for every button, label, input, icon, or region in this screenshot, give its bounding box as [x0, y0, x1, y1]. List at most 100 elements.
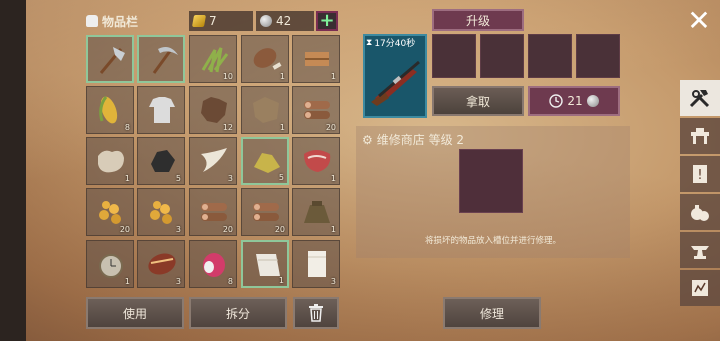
item-count: 1 [330, 72, 336, 81]
upgrade-tab-label: 升级 [465, 13, 490, 28]
inventory-slot[interactable]: 1 [292, 137, 340, 185]
inventory-slot[interactable]: 5 [137, 137, 185, 185]
item-count: 5 [175, 174, 181, 183]
material-slot[interactable] [480, 34, 524, 78]
inventory-slot[interactable]: 8 [189, 240, 237, 288]
tab-upgrade[interactable]: 升级 [432, 9, 524, 31]
inventory-slot[interactable]: 3 [137, 188, 185, 236]
sack-icon [304, 201, 330, 223]
material-slot[interactable] [432, 34, 476, 78]
inventory-slot[interactable]: 3 [189, 137, 237, 185]
item-count: 20 [325, 123, 336, 132]
map-icon [692, 280, 708, 296]
item-count: 1 [124, 174, 130, 183]
inventory-slot[interactable]: 1 [292, 188, 340, 236]
silver-coin-icon [586, 95, 599, 107]
item-count: 3 [330, 277, 336, 286]
material-slot[interactable] [576, 34, 620, 78]
inventory-slot[interactable]: 1 [292, 35, 340, 83]
rifle-icon [371, 60, 420, 106]
gold-nuggets-icon [99, 201, 121, 224]
gold-bar-icon [191, 15, 207, 27]
split-button-label: 拆分 [225, 306, 250, 321]
inventory-slot[interactable]: 1 [241, 240, 289, 288]
silver-amount: 42 [276, 14, 292, 28]
inventory-slot[interactable]: 8 [86, 86, 134, 134]
item-count: 12 [222, 123, 233, 132]
item-count: 3 [175, 225, 181, 234]
bag-icon [86, 15, 98, 27]
hammer-wrench-icon [689, 90, 710, 108]
gold-amount: 7 [209, 14, 217, 28]
pocket-watch-icon [99, 254, 123, 278]
inventory-slot[interactable]: 20 [292, 86, 340, 134]
fang-icon [201, 148, 227, 172]
paper-roll-icon [308, 251, 326, 277]
tab-repair[interactable] [680, 80, 720, 116]
item-count: 1 [330, 225, 336, 234]
inventory-slot[interactable]: 20 [241, 188, 289, 236]
inventory-title: 物品栏 [86, 12, 138, 30]
tab-quests[interactable]: ! [680, 156, 720, 192]
split-button[interactable]: 拆分 [189, 297, 287, 329]
left-edge-strip [0, 0, 26, 341]
inventory-slot[interactable]: 1 [241, 35, 289, 83]
item-count: 20 [274, 225, 285, 234]
inventory-slot[interactable]: 12 [189, 86, 237, 134]
herbs-icon [201, 47, 229, 73]
trash-icon [309, 304, 323, 322]
item-count: 3 [227, 174, 233, 183]
material-slot[interactable] [528, 34, 572, 78]
inventory-slot[interactable]: 1 [86, 137, 134, 185]
anvil-icon [691, 246, 709, 259]
item-count: 1 [279, 72, 285, 81]
coal-icon [151, 150, 175, 172]
item-count: 1 [278, 276, 284, 285]
inventory-slot[interactable]: 1 [241, 86, 289, 134]
inventory-title-label: 物品栏 [102, 14, 139, 29]
item-count: 1 [330, 174, 336, 183]
inventory-slot[interactable] [137, 35, 185, 83]
speedup-cost: 21 [567, 94, 583, 108]
use-button[interactable]: 使用 [86, 297, 184, 329]
tab-forge[interactable] [680, 232, 720, 268]
speedup-button[interactable]: 21 [528, 86, 620, 116]
trash-button[interactable] [293, 297, 339, 329]
repair-button-label: 修理 [479, 306, 504, 321]
corn-icon [99, 96, 118, 124]
inventory-slot[interactable]: 20 [86, 188, 134, 236]
inventory-slot[interactable]: 3 [137, 240, 185, 288]
roasted-meat-icon [148, 253, 176, 275]
inventory-slot[interactable]: 5 [241, 137, 289, 185]
inventory-slot[interactable] [86, 35, 134, 83]
inventory-slot[interactable]: 10 [189, 35, 237, 83]
inventory-slot[interactable] [137, 86, 185, 134]
repair-button[interactable]: 修理 [443, 297, 541, 329]
item-count: 20 [222, 225, 233, 234]
item-count: 3 [175, 277, 181, 286]
item-count: 20 [119, 225, 130, 234]
repair-shop-title: ⚙ 维修商店 等级 2 [362, 131, 464, 148]
tab-workbench[interactable] [680, 118, 720, 154]
cloth-bundle-icon [305, 52, 329, 66]
steak-icon [304, 150, 331, 172]
close-button[interactable]: ✕ [683, 3, 715, 37]
logs-icon [201, 203, 227, 221]
inventory-slot[interactable]: 20 [189, 188, 237, 236]
add-currency-button[interactable]: + [316, 11, 338, 31]
close-icon: ✕ [687, 3, 711, 37]
silver-counter: 42 [256, 11, 314, 31]
tab-map[interactable] [680, 270, 720, 306]
repair-slot[interactable] [459, 149, 523, 213]
pickup-button[interactable]: 拿取 [432, 86, 524, 116]
pickaxe-icon [152, 47, 178, 74]
shirt-icon [149, 97, 175, 123]
hourglass-icon: ⧗ [366, 37, 373, 48]
workbench-icon [691, 128, 709, 144]
gold-nuggets-icon [150, 201, 172, 224]
tab-resources[interactable] [680, 194, 720, 230]
silver-coin-icon [260, 15, 272, 27]
inventory-slot[interactable]: 3 [292, 240, 340, 288]
inventory-slot[interactable]: 1 [86, 240, 134, 288]
scroll-icon: ! [693, 165, 707, 183]
